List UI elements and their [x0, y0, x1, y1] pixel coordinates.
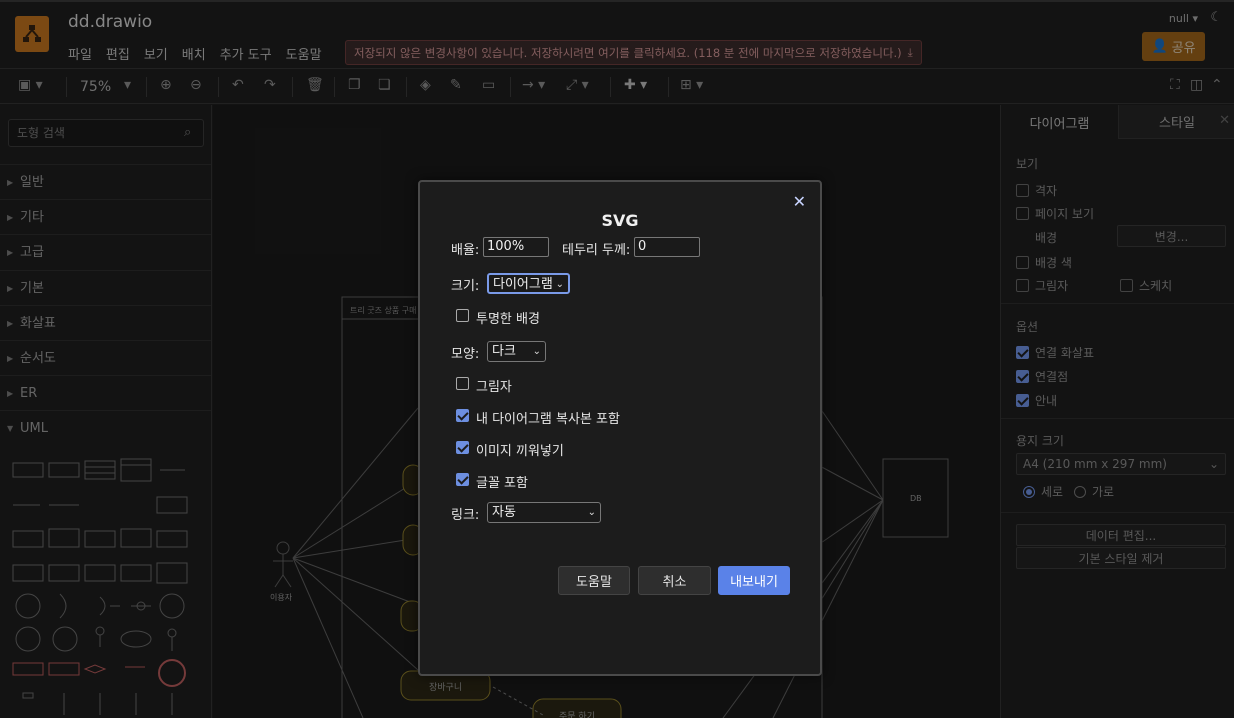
links-value: 자동 — [492, 505, 516, 520]
embed-images-label: 이미지 끼워넣기 — [476, 444, 564, 459]
size-label: 크기: — [451, 279, 480, 294]
cancel-button[interactable]: 취소 — [638, 566, 711, 595]
border-width-input[interactable]: 0 — [634, 237, 700, 257]
theme-label: 모양: — [451, 347, 480, 362]
include-fonts-label: 글꼴 포함 — [476, 476, 528, 491]
include-copy-label: 내 다이어그램 복사본 포함 — [476, 412, 620, 427]
svg-export-dialog: ✕ SVG 배율: 100% 테두리 두께: 0 크기: 다이어그램 ⌄ 투명한 … — [418, 180, 822, 676]
include-fonts-checkbox[interactable] — [456, 473, 469, 486]
transparent-bg-label: 투명한 배경 — [476, 312, 540, 327]
border-width-label: 테두리 두께: — [562, 243, 631, 258]
help-button[interactable]: 도움말 — [558, 566, 630, 595]
size-value: 다이어그램 — [493, 277, 553, 292]
dialog-title: SVG — [601, 211, 639, 230]
scale-input[interactable]: 100% — [483, 237, 549, 257]
transparent-bg-checkbox[interactable] — [456, 309, 469, 322]
scale-label: 배율: — [451, 243, 480, 258]
links-select[interactable]: 자동 ⌄ — [487, 502, 601, 523]
include-copy-checkbox[interactable] — [456, 409, 469, 422]
shadow-checkbox[interactable] — [456, 377, 469, 390]
chevron-down-icon: ⌄ — [532, 346, 541, 357]
chevron-down-icon: ⌄ — [555, 279, 564, 290]
embed-images-checkbox[interactable] — [456, 441, 469, 454]
size-select[interactable]: 다이어그램 ⌄ — [487, 273, 570, 294]
chevron-down-icon: ⌄ — [587, 507, 596, 518]
theme-select[interactable]: 다크 ⌄ — [487, 341, 546, 362]
close-icon[interactable]: ✕ — [793, 192, 806, 211]
theme-value: 다크 — [492, 344, 516, 359]
links-label: 링크: — [451, 508, 480, 523]
export-button[interactable]: 내보내기 — [718, 566, 790, 595]
shadow-label: 그림자 — [476, 380, 512, 395]
